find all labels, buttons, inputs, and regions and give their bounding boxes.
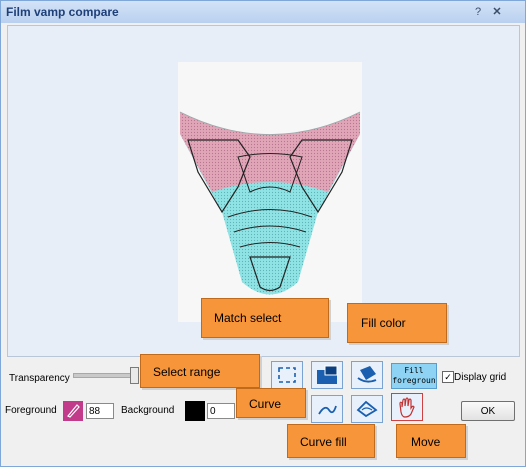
background-color-swatch[interactable] (185, 401, 205, 421)
foreground-label: Foreground (5, 405, 57, 416)
match-select-button[interactable] (311, 361, 343, 389)
callout-move: Move (396, 424, 466, 458)
close-icon[interactable]: ✕ (490, 5, 504, 19)
hand-icon (399, 397, 415, 418)
display-grid-label: Display grid (454, 372, 507, 383)
window-title: Film vamp compare (6, 5, 119, 19)
callout-fill-color: Fill color (347, 303, 447, 343)
background-label: Background (121, 405, 175, 416)
fill-color-button[interactable] (351, 361, 383, 389)
callout-match-select: Match select (201, 298, 329, 338)
vamp-drawing-icon (179, 111, 361, 295)
select-range-button[interactable] (271, 361, 303, 389)
vamp-image (178, 62, 362, 322)
callout-select-range: Select range (140, 354, 260, 388)
callout-curve-fill: Curve fill (287, 424, 375, 458)
foreground-value-input[interactable]: 88 (86, 403, 114, 419)
background-value-input[interactable]: 0 (207, 403, 235, 419)
pen-icon (67, 404, 80, 418)
select-range-icon (278, 367, 296, 383)
transparency-label: Transparency (9, 373, 70, 384)
ok-button[interactable]: OK (461, 401, 515, 421)
help-icon[interactable]: ? (471, 5, 485, 19)
curve-button[interactable] (311, 395, 343, 423)
foreground-color-swatch[interactable] (63, 401, 83, 421)
fill-color-icon (357, 366, 377, 383)
fill-foreground-button[interactable]: Fill foregroun (391, 363, 437, 389)
title-bar: Film vamp compare ? ✕ (1, 1, 525, 23)
curve-fill-icon (356, 400, 378, 418)
display-grid-checkbox[interactable]: ✓ (442, 371, 454, 383)
curve-fill-button[interactable] (351, 395, 383, 423)
callout-curve: Curve (236, 388, 306, 418)
transparency-slider-track[interactable] (73, 373, 137, 378)
curve-icon (318, 405, 337, 415)
move-button[interactable] (391, 393, 423, 421)
transparency-slider-thumb[interactable] (130, 367, 139, 384)
match-select-icon (317, 365, 338, 384)
